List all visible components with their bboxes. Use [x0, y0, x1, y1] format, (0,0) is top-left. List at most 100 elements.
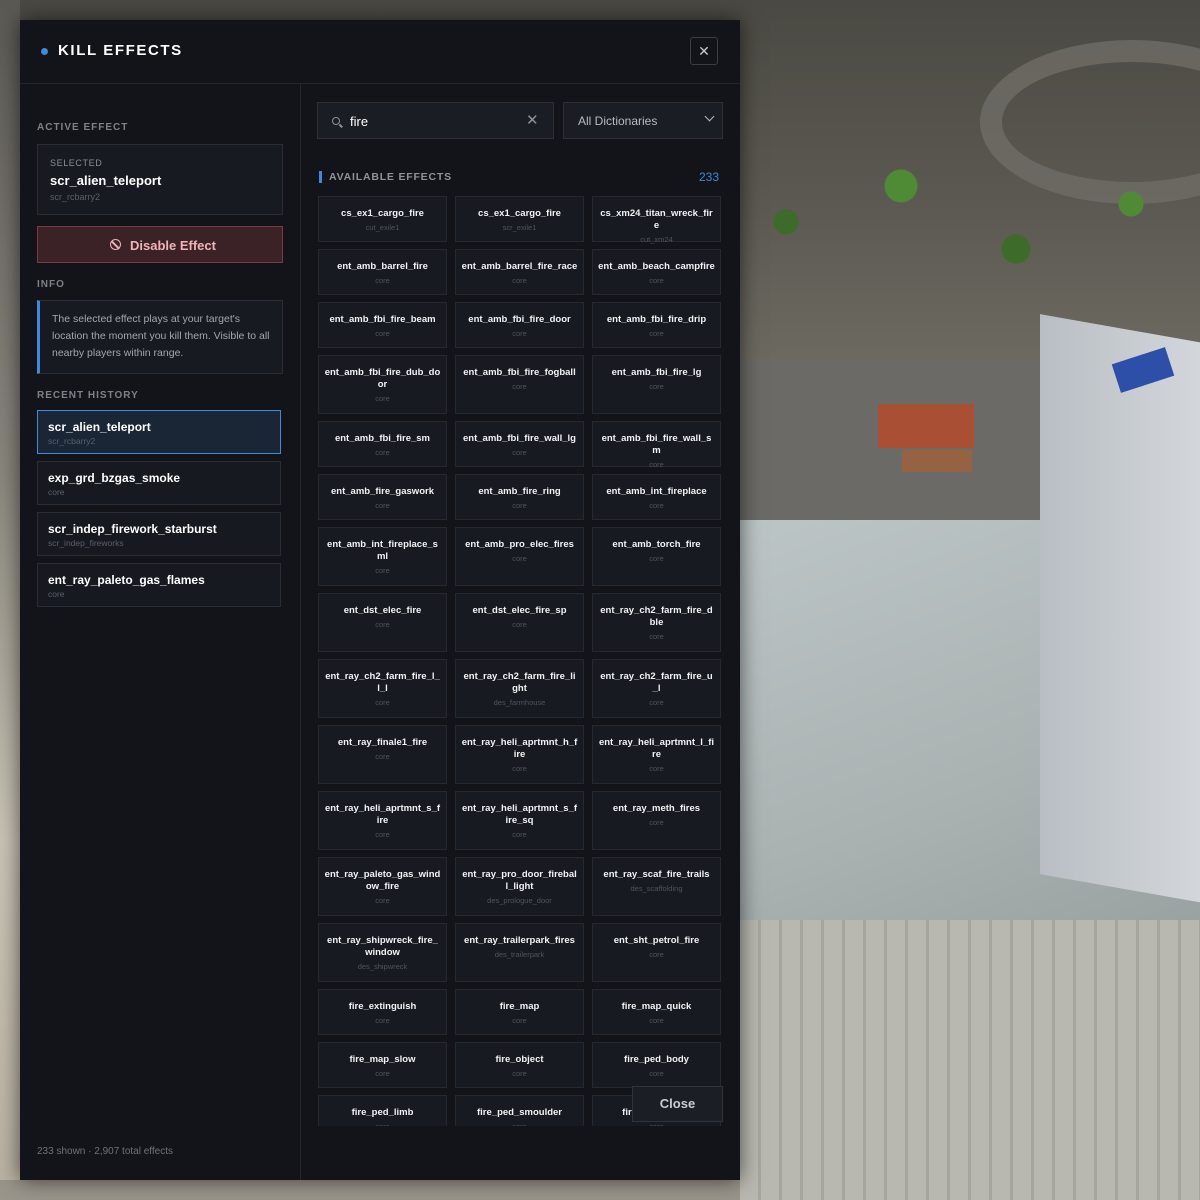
world-bottom-edge [0, 1180, 740, 1200]
effect-name: ent_ray_pro_door_fireball_light [462, 869, 577, 892]
effect-dict: core [649, 698, 664, 707]
effect-dict: cut_exile1 [365, 223, 400, 232]
effect-name: ent_amb_fbi_fire_wall_lg [463, 433, 576, 444]
effect-card[interactable]: fire_ped_smouldercore [455, 1095, 584, 1126]
effect-dict: core [512, 1016, 527, 1025]
effect-card[interactable]: ent_amb_fbi_fire_dub_door core [318, 355, 447, 414]
effect-dict: core [375, 329, 390, 338]
effect-card[interactable]: ent_ray_ch2_farm_fire_u_l core [592, 659, 721, 718]
effect-name: ent_ray_heli_aprtmnt_l_fire [598, 737, 715, 760]
effect-card[interactable]: ent_amb_fbi_fire_door core [455, 302, 584, 348]
effect-card[interactable]: ent_amb_barrel_fire_race core [455, 249, 584, 295]
effect-card[interactable]: ent_amb_fbi_fire_lg core [592, 355, 721, 414]
effect-card[interactable]: ent_amb_beach_campfire core [592, 249, 721, 295]
panel-title: KILL EFFECTS [58, 42, 183, 59]
effect-name: ent_amb_fbi_fire_dub_door [324, 367, 441, 390]
effect-dict: core [649, 460, 664, 469]
effect-dict: des_farmhouse [493, 698, 546, 707]
effect-card[interactable]: ent_amb_fbi_fire_drip core [592, 302, 721, 348]
effect-dict: core [375, 830, 390, 839]
effect-card[interactable]: ent_ray_ch2_farm_fire_dble core [592, 593, 721, 652]
effect-card[interactable]: ent_ray_ch2_farm_fire_light des_farmhouse [455, 659, 584, 718]
disable-effect-button[interactable]: Disable Effect [37, 226, 283, 263]
active-effect-card: SELECTED scr_alien_teleport scr_rcbarry2 [37, 144, 283, 215]
effect-dict: core [375, 448, 390, 457]
effect-card[interactable]: ent_amb_int_fireplace core [592, 474, 721, 520]
effect-dict: scr_exile1 [502, 223, 537, 232]
chevron-down-icon [704, 111, 715, 122]
effect-dict: core [649, 501, 664, 510]
effects-grid-scroll[interactable]: cs_ex1_cargo_fire cut_exile1 cs_ex1_cargo_… [318, 196, 723, 1126]
effect-name: ent_dst_elec_fire [343, 605, 422, 616]
effect-card[interactable]: fire_map_slow core [318, 1042, 447, 1088]
effect-dict: core [512, 764, 527, 773]
history-item-dict: core [48, 589, 65, 599]
dictionary-filter-dropdown[interactable]: All Dictionaries [563, 102, 723, 139]
effect-card[interactable]: ent_ray_paleto_gas_window_fire core [318, 857, 447, 916]
effect-name: cs_ex1_cargo_fire [478, 208, 561, 219]
close-x-button[interactable]: ✕ [690, 37, 718, 65]
search-input[interactable] [350, 111, 520, 131]
effect-name: fire_ped_body [624, 1054, 689, 1065]
effect-card[interactable]: ent_amb_fbi_fire_wall_smcore [592, 421, 721, 469]
effect-card[interactable]: ent_ray_heli_aprtmnt_l_fire core [592, 725, 721, 784]
effect-dict: core [375, 501, 390, 510]
dictionary-filter-value: All Dictionaries [578, 114, 658, 128]
effect-card[interactable]: ent_amb_fbi_fire_beam core [318, 302, 447, 348]
effect-card[interactable]: ent_amb_pro_elec_fires core [455, 527, 584, 586]
effect-card[interactable]: ent_ray_heli_aprtmnt_s_fire_sqcore [455, 791, 584, 850]
effect-card[interactable]: ent_amb_int_fireplace_sml core [318, 527, 447, 586]
effect-card[interactable]: ent_amb_fbi_fire_fogball core [455, 355, 584, 414]
history-item[interactable]: scr_alien_teleport scr_rcbarry2 [37, 410, 281, 454]
effect-card[interactable]: ent_amb_fbi_fire_sm core [318, 421, 447, 467]
effect-card[interactable]: ent_ray_scaf_fire_trails des_scaffolding [592, 857, 721, 916]
effect-card[interactable]: ent_ray_shipwreck_fire_window des_shipwre… [318, 923, 447, 982]
effect-card[interactable]: ent_dst_elec_fire_sp core [455, 593, 584, 652]
effect-name: ent_amb_beach_campfire [598, 261, 715, 272]
effect-card[interactable]: ent_ray_meth_fires core [592, 791, 721, 850]
effect-card[interactable]: ent_ray_finale1_fire core [318, 725, 447, 784]
effect-dict: core [649, 1016, 664, 1025]
history-item[interactable]: ent_ray_paleto_gas_flames core [37, 563, 281, 607]
effect-card[interactable]: fire_ped_limbcore [318, 1095, 447, 1126]
effect-card[interactable]: ent_sht_petrol_fire core [592, 923, 721, 982]
effect-name: ent_ray_heli_aprtmnt_s_fire_sq [461, 803, 578, 826]
effect-card[interactable]: fire_map_quick core [592, 989, 721, 1035]
effect-card[interactable]: ent_amb_fire_ring core [455, 474, 584, 520]
effect-dict: core [375, 276, 390, 285]
effect-card[interactable]: ent_ray_heli_aprtmnt_h_firecore [455, 725, 584, 784]
effect-card[interactable]: fire_ped_body core [592, 1042, 721, 1088]
effect-name: ent_ray_ch2_farm_fire_dble [600, 605, 713, 628]
effect-card[interactable]: cs_ex1_cargo_fire cut_exile1 [318, 196, 447, 242]
history-item[interactable]: exp_grd_bzgas_smokecore [37, 461, 281, 505]
effect-card[interactable]: fire_extinguish core [318, 989, 447, 1035]
effect-card[interactable]: ent_amb_fbi_fire_wall_lg core [455, 421, 584, 467]
effect-card[interactable]: ent_amb_barrel_fire core [318, 249, 447, 295]
effect-card[interactable]: ent_ray_pro_door_fireball_light des_prolo… [455, 857, 584, 916]
effect-card[interactable]: fire_map core [455, 989, 584, 1035]
effect-dict: core [649, 382, 664, 391]
effect-name: fire_ped_smoulder [477, 1107, 562, 1118]
search-box[interactable]: ✕ [317, 102, 554, 139]
effect-card[interactable]: ent_ray_heli_aprtmnt_s_fire core [318, 791, 447, 850]
history-item-name: exp_grd_bzgas_smoke [48, 471, 181, 485]
close-button[interactable]: Close [632, 1086, 723, 1122]
history-item-dict: core [48, 487, 65, 497]
effect-dict: des_prologue_door [487, 896, 552, 905]
effect-card[interactable]: ent_amb_fire_gaswork core [318, 474, 447, 520]
effect-dict: des_shipwreck [357, 962, 408, 971]
effect-card[interactable]: ent_dst_elec_fire core [318, 593, 447, 652]
effect-card[interactable]: cs_ex1_cargo_fire scr_exile1 [455, 196, 584, 242]
effect-name: ent_ray_heli_aprtmnt_h_fire [461, 737, 578, 760]
effect-name: ent_amb_fbi_fire_wall_sm [601, 433, 712, 456]
effect-card[interactable]: ent_ray_ch2_farm_fire_l_l_l core [318, 659, 447, 718]
effect-card[interactable]: cs_xm24_titan_wreck_fire cut_xm24 [592, 196, 721, 244]
effect-card[interactable]: ent_ray_trailerpark_fires des_trailerpark [455, 923, 584, 982]
effect-dict: core [512, 830, 527, 839]
effect-name: ent_ray_scaf_fire_trails [603, 869, 710, 880]
effect-card[interactable]: ent_amb_torch_fire core [592, 527, 721, 586]
history-item[interactable]: scr_indep_firework_starburst scr_indep_fi… [37, 512, 281, 556]
clear-search-icon[interactable]: ✕ [526, 111, 539, 129]
effect-card[interactable]: fire_object core [455, 1042, 584, 1088]
effect-name: ent_ray_ch2_farm_fire_l_l_l [325, 671, 440, 694]
